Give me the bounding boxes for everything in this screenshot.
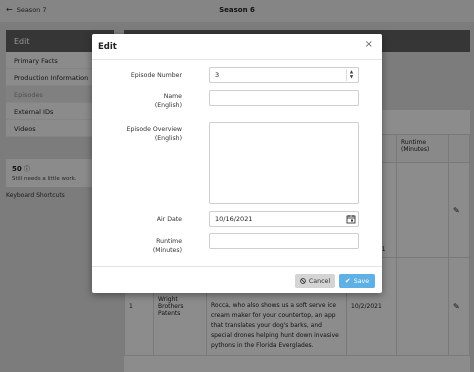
ban-icon [300,278,306,284]
number-stepper[interactable]: ▲ ▼ [346,69,356,81]
dialog-footer: Cancel ✔ Save [92,266,382,293]
dialog-header: Edit × [92,34,382,60]
overview-textarea[interactable] [209,122,359,204]
calendar-icon[interactable] [346,214,356,224]
air-date-input[interactable]: 10/16/2021 [209,211,359,227]
overview-label: Episode Overview (English) [126,126,182,142]
name-input[interactable] [209,90,359,106]
edit-episode-dialog: Edit × Episode Number 3 ▲ ▼ Name (Englis… [92,34,382,293]
check-icon: ✔ [344,277,351,285]
episode-number-input[interactable]: 3 ▲ ▼ [209,67,359,83]
chevron-down-icon[interactable]: ▼ [350,75,353,80]
air-date-label: Air Date [156,216,182,223]
name-label: Name (English) [154,93,182,109]
cancel-button[interactable]: Cancel [295,274,335,288]
runtime-label: Runtime (Minutes) [152,238,182,254]
runtime-input[interactable] [209,233,359,249]
dialog-title: Edit [98,42,117,52]
close-icon[interactable]: × [365,40,373,50]
episode-number-label: Episode Number [130,72,182,79]
save-button[interactable]: ✔ Save [339,274,375,288]
